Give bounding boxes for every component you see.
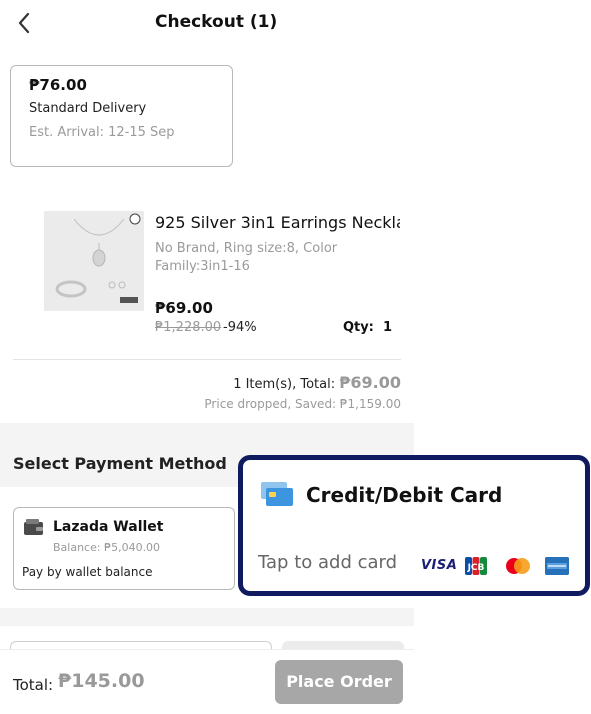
section-separator	[0, 608, 414, 626]
back-button[interactable]	[14, 10, 36, 36]
divider	[13, 359, 401, 360]
product-image[interactable]	[44, 211, 144, 311]
wallet-icon	[24, 519, 44, 536]
product-price: ₱69.00	[155, 299, 213, 317]
mastercard-logo	[505, 557, 531, 575]
card-option-title: Credit/Debit Card	[306, 483, 503, 507]
add-card-prompt[interactable]: Tap to add card	[258, 552, 397, 573]
total-value: ₱145.00	[58, 670, 145, 692]
wallet-name: Lazada Wallet	[53, 519, 164, 535]
amex-logo	[545, 557, 569, 575]
credit-debit-card-option[interactable]: Credit/Debit Card Tap to add card VISA J…	[238, 455, 590, 596]
saved-text: Price dropped, Saved: ₱1,159.00	[204, 397, 401, 411]
chevron-left-icon	[18, 12, 30, 34]
delivery-option-card[interactable]: ₱76.00 Standard Delivery Est. Arrival: 1…	[10, 65, 233, 167]
page-title: Checkout (1)	[155, 12, 278, 32]
qty-label: Qty:	[342, 320, 374, 335]
product-discount: -94%	[223, 320, 257, 335]
place-order-button[interactable]: Place Order	[275, 660, 403, 704]
payment-section-title: Select Payment Method	[13, 454, 227, 473]
checkout-footer: Total: ₱145.00 Place Order	[0, 649, 414, 714]
product-original-price: ₱1,228.00	[155, 320, 222, 335]
delivery-eta: Est. Arrival: 12-15 Sep	[29, 125, 175, 140]
wallet-balance: Balance: ₱5,040.00	[53, 541, 161, 554]
items-total-label: 1 Item(s), Total:	[233, 377, 336, 392]
svg-text:JCB: JCB	[467, 563, 485, 573]
wallet-description: Pay by wallet balance	[22, 565, 153, 579]
visa-logo: VISA	[421, 558, 458, 573]
delivery-price: ₱76.00	[29, 76, 87, 94]
credit-card-icon	[261, 482, 293, 506]
total-label: Total:	[13, 676, 54, 694]
jcb-logo: JCB	[465, 557, 487, 575]
lazada-wallet-option[interactable]: Lazada Wallet Balance: ₱5,040.00 Pay by …	[13, 507, 235, 590]
items-total-value: ₱69.00	[339, 373, 401, 392]
product-qty: Qty: 1	[343, 320, 392, 335]
product-name[interactable]: 925 Silver 3in1 Earrings Neckla...	[155, 213, 400, 232]
qty-value: 1	[382, 320, 392, 335]
product-variant: No Brand, Ring size:8, Color Family:3in1…	[155, 241, 338, 274]
order-summary: 1 Item(s), Total: ₱69.00	[233, 373, 401, 392]
delivery-type: Standard Delivery	[29, 101, 147, 116]
